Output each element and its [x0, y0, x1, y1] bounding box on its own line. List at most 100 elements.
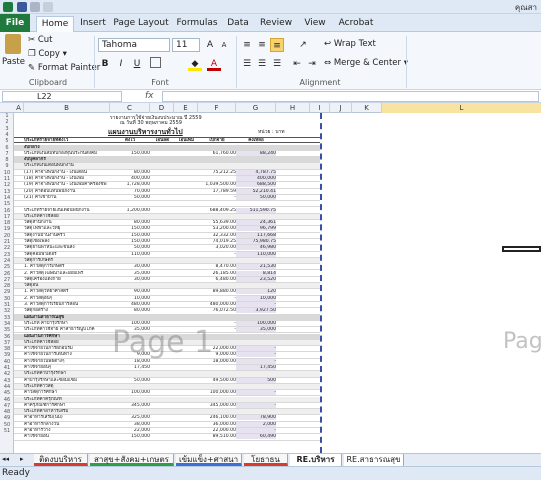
- cell-b[interactable]: 70,000: [110, 189, 150, 194]
- align-right-icon[interactable]: ☰: [270, 57, 284, 71]
- cell-b[interactable]: 80,000: [110, 220, 150, 225]
- column-header-i[interactable]: I: [310, 103, 330, 113]
- cell-e[interactable]: 1,039,500.00: [198, 182, 236, 187]
- cell-b[interactable]: 17,450: [110, 365, 150, 370]
- cell-a[interactable]: วัสดุอื่น: [24, 283, 110, 288]
- cut-button[interactable]: ✂ Cut: [28, 35, 52, 45]
- cell-f[interactable]: -: [236, 352, 276, 358]
- cell-b[interactable]: 80,000: [110, 170, 150, 175]
- orientation-icon[interactable]: ↗: [296, 38, 310, 52]
- shrink-font-icon[interactable]: A: [217, 38, 231, 52]
- cell-b[interactable]: 38,000: [110, 422, 150, 427]
- cell-e[interactable]: 49,500.00: [198, 378, 236, 383]
- cell-e[interactable]: 345,000.00: [198, 403, 236, 408]
- cell-a[interactable]: วัสดุคอมพิวเตอร์: [24, 252, 110, 257]
- sheet-tab[interactable]: สาสุข+สังคม+เกษตร: [90, 454, 174, 466]
- cell-f[interactable]: 24,361: [236, 220, 276, 226]
- formula-input[interactable]: [162, 91, 539, 102]
- cell-f[interactable]: 35,000: [236, 327, 276, 333]
- cell-a[interactable]: ค่าใช้จ่ายอื่นๆ: [24, 365, 110, 370]
- cell-e[interactable]: 480,000.00: [198, 302, 236, 307]
- cell-b[interactable]: 50,000: [110, 378, 150, 383]
- tab-review[interactable]: Review: [256, 16, 296, 32]
- cell-f[interactable]: 60,490: [236, 434, 276, 440]
- format-painter-button[interactable]: ✎ Format Painter: [28, 63, 100, 73]
- cell-a[interactable]: ประเภทรายจ่ายเงินเดือนพนักงาน: [24, 208, 110, 213]
- cell-a[interactable]: (18) ค่าจ้างพนักงาน - เงินเพิ่ม: [24, 176, 110, 181]
- cell-a[interactable]: ประเภทค่าอาหารเสริม: [24, 409, 110, 414]
- cell-a[interactable]: ประเภทค่าวัสดุ: [24, 384, 110, 389]
- cell-a[interactable]: 2. ค่าวัสดุอื่นๆ: [24, 296, 110, 301]
- cell-b[interactable]: 80,000: [110, 308, 150, 313]
- tab-scroll-last-icon[interactable]: ▸: [20, 455, 24, 463]
- cell-a[interactable]: วัสดุสำนักงาน: [24, 220, 110, 225]
- fill-color-icon[interactable]: ◆: [188, 57, 202, 71]
- cell-b[interactable]: 150,000: [110, 226, 150, 231]
- cell-f[interactable]: 3,927.50: [236, 308, 276, 314]
- cell-f[interactable]: 46,980: [236, 245, 276, 251]
- cell-e[interactable]: 89,510.00: [198, 434, 236, 439]
- cell-e[interactable]: 6,480.00: [198, 277, 236, 282]
- paste-button[interactable]: Paste: [2, 34, 25, 72]
- sheet-tab[interactable]: RE.บริหารงาน: [290, 454, 342, 476]
- cell-a[interactable]: ค่าใช้จ่ายในการฝึกอบรม: [24, 346, 110, 351]
- cell-a[interactable]: ประเภทค่าครุภัณฑ์: [24, 397, 110, 402]
- cell-b[interactable]: 150,000: [110, 434, 150, 439]
- column-header-h[interactable]: H: [276, 103, 310, 113]
- cell-a[interactable]: ประเภทค่าใช้จ่าย ค่าสาธารณูปโภค: [24, 327, 110, 332]
- cell-a[interactable]: ค่าใช้จ่ายในการเดินทาง: [24, 352, 110, 357]
- cell-f[interactable]: -: [236, 402, 276, 408]
- save-icon[interactable]: [17, 2, 27, 12]
- cell-e[interactable]: 75,212.25: [198, 170, 236, 175]
- align-bottom-icon[interactable]: ≡: [270, 38, 284, 52]
- cell-b[interactable]: 35,000: [110, 271, 150, 276]
- cell-f[interactable]: 400,000: [236, 176, 276, 181]
- cell-f[interactable]: 17,450: [236, 365, 276, 370]
- cell-f[interactable]: 117,668: [236, 232, 276, 238]
- cell-f[interactable]: 23,520: [236, 276, 276, 282]
- cell-a[interactable]: (19) ค่าจ้างพนักงาน - เงินเพิ่มค่าครองชี…: [24, 182, 110, 187]
- cell-a[interactable]: งบกลาง: [24, 145, 110, 150]
- merge-center-button[interactable]: ⇔ Merge & Center ▾: [324, 58, 408, 68]
- tab-acrobat[interactable]: Acrobat: [334, 16, 378, 32]
- cell-a[interactable]: วัสดุก่อสร้าง: [24, 308, 110, 313]
- cell-b[interactable]: 150,000: [110, 233, 150, 238]
- font-name-combo[interactable]: Tahoma: [98, 38, 170, 52]
- cell-a[interactable]: ประเภทค่าใช้สอย: [24, 340, 110, 345]
- cell-f[interactable]: -: [236, 302, 276, 307]
- cell-a[interactable]: ประเภทค่าใช้สอย: [24, 214, 110, 219]
- cell-e[interactable]: 3,020.00: [198, 245, 236, 250]
- cell-b[interactable]: 110,000: [110, 252, 150, 257]
- cell-e[interactable]: 32,332.00: [198, 233, 236, 238]
- cell-b[interactable]: 150,000: [110, 151, 150, 156]
- selected-cell-l22[interactable]: [502, 246, 541, 252]
- cell-f[interactable]: 110,000: [236, 251, 276, 257]
- cell-b[interactable]: 480,000: [110, 302, 150, 307]
- cell-e[interactable]: 246,100.00: [198, 415, 236, 420]
- cell-e[interactable]: 8,470.00: [198, 264, 236, 269]
- align-top-icon[interactable]: ≡: [240, 38, 254, 52]
- name-box[interactable]: L22: [2, 91, 122, 102]
- increase-indent-icon[interactable]: ⇥: [305, 57, 319, 71]
- cell-a[interactable]: ค่าใช้จ่ายในพิธีต่างๆ: [24, 359, 110, 364]
- grow-font-icon[interactable]: A: [203, 38, 217, 52]
- cell-f[interactable]: 511,590.75: [236, 207, 276, 213]
- undo-icon[interactable]: [30, 2, 40, 12]
- cell-e[interactable]: 61,760.00: [198, 151, 236, 156]
- cell-a[interactable]: 2. ค่าวัสดุโฆษณาและเผยแพร่: [24, 271, 110, 276]
- cell-f[interactable]: 50,000: [236, 194, 276, 200]
- cell-a[interactable]: ค่าอาหารเสริม(นม): [24, 415, 110, 420]
- tab-file[interactable]: File: [0, 14, 30, 32]
- decrease-indent-icon[interactable]: ⇤: [290, 57, 304, 71]
- cell-a[interactable]: ประเภทเงินสมทบกองทุนประกันสังคม: [24, 151, 110, 156]
- sheet-tab[interactable]: RE.สาธารณสุข: [344, 454, 404, 466]
- cell-a[interactable]: วัสดุเครื่องแต่งกาย: [24, 277, 110, 282]
- font-color-icon[interactable]: A: [207, 57, 221, 71]
- cell-a[interactable]: ค่าใช้จ่ายอื่น: [24, 434, 110, 439]
- cell-a[interactable]: แผนงานการศึกษา: [24, 334, 110, 339]
- cell-b[interactable]: 10,000: [110, 296, 150, 301]
- tab-formulas[interactable]: Formulas: [172, 16, 222, 32]
- cell-f[interactable]: 21,530: [236, 264, 276, 270]
- tab-home[interactable]: Home: [36, 16, 74, 32]
- cell-e[interactable]: 26,185.00: [198, 271, 236, 276]
